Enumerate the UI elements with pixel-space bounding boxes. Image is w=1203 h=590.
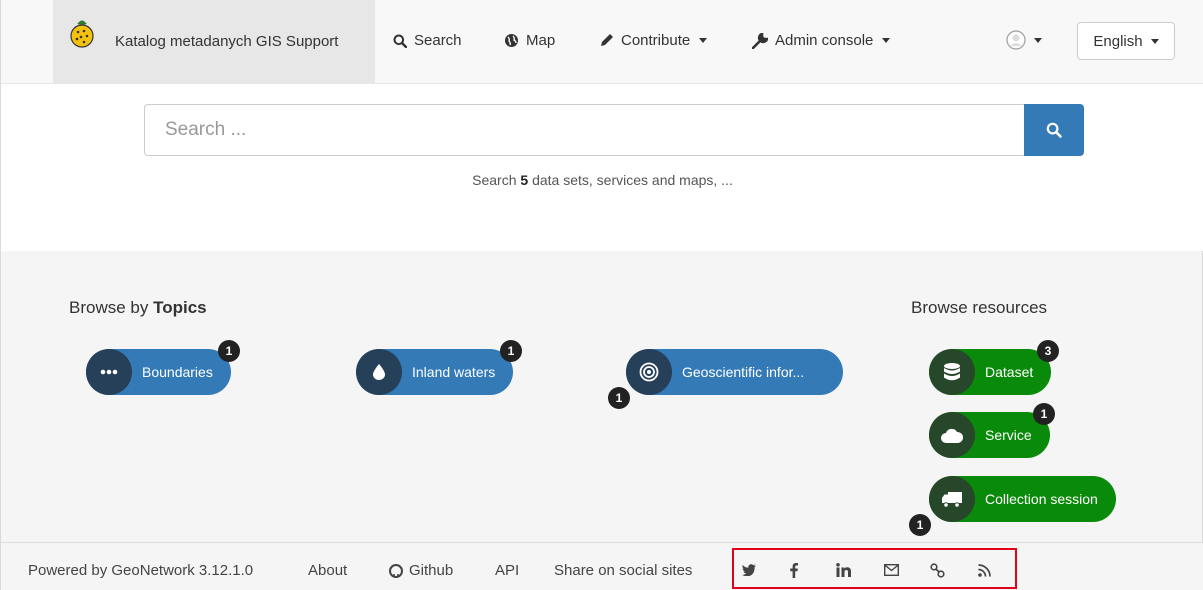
brand-title: Katalog metadanych GIS Support — [115, 33, 339, 50]
target-icon — [626, 349, 672, 395]
topic-label: Geoscientific infor... — [682, 364, 805, 380]
topic-inland-waters[interactable]: Inland waters — [356, 349, 514, 395]
linkedin-icon[interactable] — [834, 561, 852, 579]
resources-heading: Browse resources — [911, 298, 1048, 317]
about-label: About — [308, 562, 348, 579]
count-badge: 1 — [218, 340, 240, 362]
count-badge: 1 — [909, 514, 931, 536]
resource-collection-session[interactable]: Collection session — [929, 476, 1116, 522]
nav-map-label: Map — [526, 32, 556, 49]
github-icon — [389, 563, 403, 578]
count-badge: 1 — [1033, 403, 1055, 425]
chevron-down-icon — [1034, 37, 1042, 43]
dataset-count: 5 — [520, 172, 529, 188]
twitter-icon[interactable] — [740, 561, 758, 579]
nav-map[interactable]: Map — [504, 32, 555, 49]
drop-icon — [356, 349, 402, 395]
brand-link[interactable]: Katalog metadanych GIS Support — [53, 0, 375, 84]
nav-admin-console-label: Admin console — [775, 32, 874, 49]
language-select[interactable]: English — [1077, 22, 1175, 60]
language-label: English — [1093, 32, 1143, 50]
api-link[interactable]: API — [495, 562, 519, 579]
resource-dataset[interactable]: Dataset — [929, 349, 1052, 395]
powered-by-link[interactable]: Powered by GeoNetwork 3.12.1.0 — [28, 562, 253, 579]
topics-heading-bold: Topics — [153, 298, 207, 317]
page: Katalog metadanych GIS Support Search Ma… — [0, 0, 1203, 590]
search-section: Search 5 data sets, services and maps, .… — [1, 84, 1203, 251]
topic-geoscientific[interactable]: Geoscientific infor... — [626, 349, 843, 395]
search-icon — [393, 34, 407, 48]
pencil-icon — [601, 34, 613, 46]
resource-label: Collection session — [985, 491, 1098, 507]
github-label: Github — [409, 562, 454, 579]
powered-by-label: Powered by GeoNetwork 3.12.1.0 — [28, 562, 254, 579]
chevron-down-icon — [1150, 38, 1159, 44]
footer: Powered by GeoNetwork 3.12.1.0 About Git… — [1, 542, 1203, 590]
topic-label: Boundaries — [142, 364, 213, 380]
rss-icon[interactable] — [975, 561, 993, 579]
search-button[interactable] — [1024, 104, 1084, 156]
search-icon — [1046, 122, 1062, 138]
nav-search[interactable]: Search — [393, 32, 462, 49]
search-field-wrapper — [144, 104, 1025, 156]
user-avatar-icon — [1006, 30, 1026, 50]
topic-label: Inland waters — [412, 364, 496, 380]
search-hint: Search 5 data sets, services and maps, .… — [1, 172, 1203, 188]
nav-search-label: Search — [414, 32, 462, 49]
catalog-logo-icon — [70, 20, 94, 48]
dots-icon — [86, 349, 132, 395]
topic-boundaries[interactable]: Boundaries — [86, 349, 231, 395]
topics-heading-prefix: Browse by — [69, 298, 149, 317]
social-share-highlight — [732, 548, 1017, 589]
database-icon — [929, 349, 975, 395]
search-hint-suffix: data sets, services and maps, ... — [532, 172, 733, 188]
resource-label: Dataset — [985, 364, 1034, 380]
github-link[interactable]: Github — [389, 562, 453, 579]
user-menu[interactable] — [1006, 30, 1042, 50]
chevron-down-icon — [699, 38, 708, 43]
email-icon[interactable] — [882, 561, 900, 579]
resource-label: Service — [985, 427, 1032, 443]
resource-service[interactable]: Service — [929, 412, 1050, 458]
search-input[interactable] — [145, 105, 1025, 155]
wrench-icon — [752, 32, 768, 49]
count-badge: 1 — [500, 340, 522, 362]
nav-admin-console[interactable]: Admin console — [752, 32, 891, 49]
globe-icon — [505, 34, 518, 47]
about-link[interactable]: About — [308, 562, 347, 579]
share-label-wrapper: Share on social sites — [554, 562, 692, 579]
nav-contribute-label: Contribute — [621, 32, 691, 49]
count-badge: 3 — [1037, 340, 1059, 362]
share-label: Share on social sites — [554, 562, 693, 579]
api-label: API — [495, 562, 520, 579]
cloud-icon — [929, 412, 975, 458]
facebook-icon[interactable] — [785, 561, 803, 579]
search-hint-prefix: Search — [472, 172, 517, 188]
truck-icon — [929, 476, 975, 522]
nav-contribute[interactable]: Contribute — [599, 32, 708, 49]
top-navbar: Katalog metadanych GIS Support Search Ma… — [1, 0, 1203, 84]
link-icon[interactable] — [928, 561, 946, 579]
topics-heading: Browse by Topics — [69, 298, 207, 318]
count-badge: 1 — [608, 387, 630, 409]
chevron-down-icon — [882, 38, 891, 43]
